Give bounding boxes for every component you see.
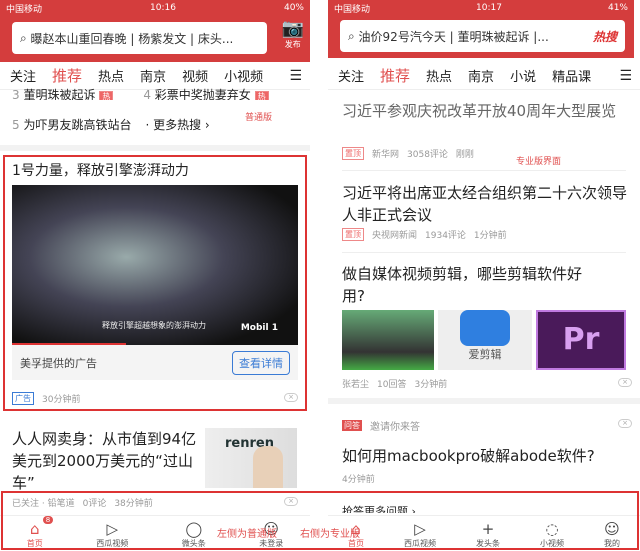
status-bar: 中国移动 10:17 41%: [328, 0, 634, 16]
article-title[interactable]: 习近平将出席亚太经合组织第二十六次领导人非正式会议: [342, 182, 632, 226]
article-title[interactable]: 习近平参观庆祝改革开放40周年大型展览: [342, 100, 627, 122]
tab-nanjing[interactable]: 南京: [468, 66, 494, 85]
hot-item[interactable]: 4 彩票中奖抛妻弃女 热: [143, 86, 269, 100]
article-title[interactable]: 人人网卖身：从市值到94亿美元到2000万美元的“过山车”: [12, 428, 197, 494]
annotation-normal: 普通版: [245, 113, 273, 123]
tab-courses[interactable]: 精品课: [552, 66, 591, 85]
divider: [342, 252, 626, 253]
tab-follow[interactable]: 关注: [10, 66, 36, 85]
normal-version-screen: 中国移动 10:16 40% ⌕ 曝赵本山重回春晚 | 杨紫发文 | 床头... 📷…: [0, 0, 310, 551]
article-image[interactable]: [342, 310, 434, 370]
publish-label: 发布: [284, 40, 301, 49]
nav-highlight: [1, 491, 639, 550]
more-hot-link[interactable]: · 更多热搜 ›: [145, 116, 209, 133]
header: 中国移动 10:16 40% ⌕ 曝赵本山重回春晚 | 杨紫发文 | 床头... 📷…: [0, 0, 310, 62]
carrier: 中国移动: [6, 4, 43, 15]
article-title[interactable]: 做自媒体视频剪辑，哪些剪辑软件好用?: [342, 263, 592, 307]
divider: [0, 145, 310, 151]
article-image[interactable]: 爱剪辑: [438, 310, 532, 370]
battery: 41%: [607, 3, 628, 13]
clock: 10:17: [476, 3, 502, 13]
divider: [328, 398, 640, 404]
article-thumbnail[interactable]: renren: [205, 428, 297, 488]
qa-title[interactable]: 如何用macbookpro破解abode软件?: [342, 446, 595, 466]
ad-title[interactable]: 1号力量，释放引擎澎湃动力: [12, 161, 189, 181]
tab-novel[interactable]: 小说: [510, 66, 536, 85]
pinned-tag: 置顶: [342, 228, 364, 241]
dismiss-icon[interactable]: ×: [618, 378, 632, 387]
menu-icon[interactable]: ☰: [619, 68, 632, 84]
channel-tabs: 关注 推荐 热点 南京 小说 精品课 ☰: [328, 62, 640, 90]
ad-video[interactable]: 释放引擎超越想象的澎湃动力 Mobil 1: [12, 185, 298, 345]
hot-item[interactable]: 3 董明珠被起诉 热: [12, 86, 114, 100]
tab-hot[interactable]: 热点: [426, 66, 452, 85]
search-input[interactable]: ⌕ 曝赵本山重回春晚 | 杨紫发文 | 床头...: [12, 22, 267, 54]
annotation-left: 左侧为普通版: [217, 529, 277, 540]
publish-button[interactable]: 📷 发布: [282, 18, 304, 50]
hot-item[interactable]: 5 为吓男友跳高铁站台: [12, 116, 131, 133]
menu-icon[interactable]: ☰: [289, 68, 302, 84]
camera-icon: 📷: [281, 18, 304, 39]
search-input[interactable]: ⌕ 油价92号汽今天 | 董明珠被起诉 |... 热搜: [340, 20, 625, 52]
status-bar: 中国移动 10:16 40%: [0, 0, 310, 16]
qa-tag: 问答: [342, 420, 362, 431]
tab-small-video[interactable]: 小视频: [224, 66, 263, 85]
tab-recommend[interactable]: 推荐: [380, 65, 410, 86]
ad-sponsor: 美孚提供的广告: [20, 356, 97, 370]
dismiss-icon[interactable]: ×: [284, 393, 298, 402]
mobil-logo: Mobil 1: [240, 323, 278, 333]
annotation-pro: 专业版界面: [516, 157, 562, 167]
dismiss-icon[interactable]: ×: [618, 419, 632, 428]
tab-hot[interactable]: 热点: [98, 66, 124, 85]
pro-version-screen: 中国移动 10:17 41% ⌕ 油价92号汽今天 | 董明珠被起诉 |... 热搜 …: [328, 0, 640, 551]
search-placeholder: 油价92号汽今天 | 董明珠被起诉 |...: [358, 29, 549, 44]
view-details-button[interactable]: 查看详情: [232, 350, 290, 375]
search-placeholder: 曝赵本山重回春晚 | 杨紫发文 | 床头...: [30, 31, 234, 46]
ad-tag: 广告: [12, 392, 34, 405]
hot-search-button[interactable]: 热搜: [593, 28, 617, 45]
tab-follow[interactable]: 关注: [338, 66, 364, 85]
ad-caption: 释放引擎超越想象的澎湃动力: [102, 321, 206, 330]
battery: 40%: [283, 3, 304, 13]
ad-bar: 美孚提供的广告 查看详情: [12, 345, 298, 380]
search-icon: ⌕: [348, 28, 359, 43]
qa-invite: 邀请你来答: [370, 422, 420, 433]
pinned-tag: 置顶: [342, 147, 364, 160]
annotation-right: 右侧为专业版: [300, 529, 360, 540]
tab-recommend[interactable]: 推荐: [52, 65, 82, 86]
header: 中国移动 10:17 41% ⌕ 油价92号汽今天 | 董明珠被起诉 |... 热搜: [328, 0, 634, 58]
divider: [342, 170, 626, 171]
search-icon: ⌕: [20, 30, 31, 45]
tab-video[interactable]: 视频: [182, 66, 208, 85]
tab-nanjing[interactable]: 南京: [140, 66, 166, 85]
clock: 10:16: [150, 3, 176, 13]
qa-time: 4分钟前: [342, 475, 375, 485]
article-image[interactable]: Pr: [536, 310, 626, 370]
ad-time: 30分钟前: [42, 395, 81, 405]
carrier: 中国移动: [334, 4, 371, 15]
